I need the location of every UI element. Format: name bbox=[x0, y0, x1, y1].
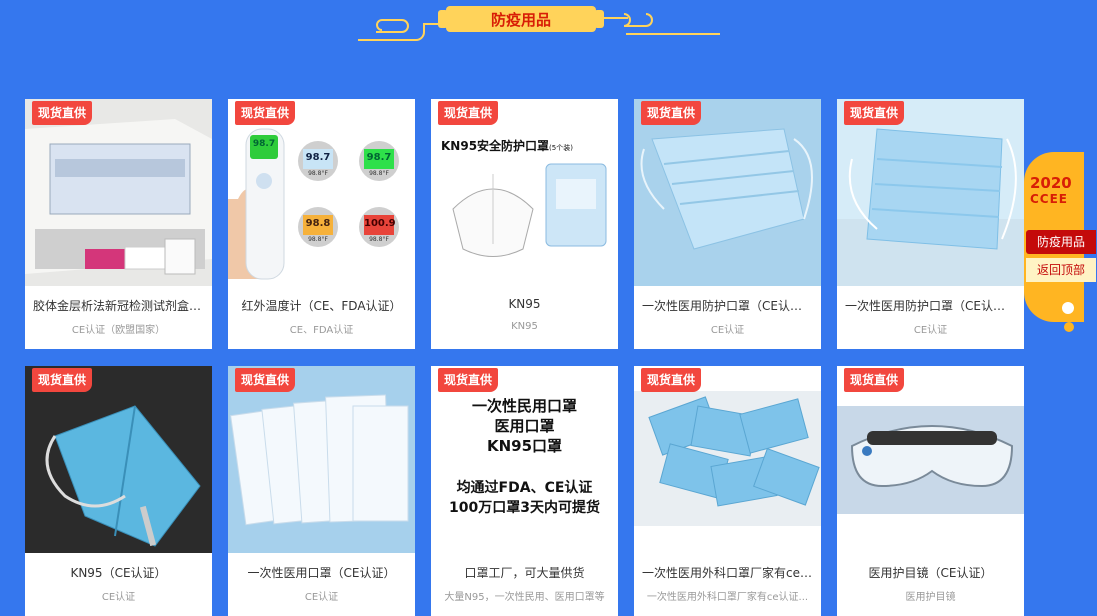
reading-display: 98.7 bbox=[305, 152, 331, 163]
product-image-blue-mask bbox=[837, 99, 1024, 286]
product-name[interactable]: KN95 bbox=[439, 297, 610, 311]
product-subtitle: CE认证（欧盟国家） bbox=[71, 325, 166, 336]
reading-display: 98.8 bbox=[305, 218, 331, 229]
product-name[interactable]: 胶体金层析法新冠检测试剂盒（CE认证） bbox=[33, 297, 204, 314]
section-title: 防疫用品 bbox=[438, 6, 604, 32]
section-header: 防疫用品 bbox=[0, 0, 1097, 50]
ccee-logo-year: 2020 bbox=[1030, 174, 1072, 192]
stock-badge: 现货直供 bbox=[32, 101, 93, 125]
reading-display: 98.7 bbox=[366, 152, 392, 163]
reading-unit: 98.8°F bbox=[369, 236, 389, 243]
reading-display: 100.9 bbox=[364, 218, 396, 229]
product-subtitle: CE认证 bbox=[101, 592, 136, 603]
stock-badge: 现货直供 bbox=[641, 368, 702, 392]
product-subtitle: KN95 bbox=[511, 321, 538, 332]
side-epidemic-supplies-button[interactable]: 防疫用品 bbox=[1026, 230, 1096, 254]
reading-unit: 98.8°F bbox=[308, 236, 328, 243]
product-name[interactable]: 医用护目镜（CE认证） bbox=[845, 564, 1016, 581]
product-subtitle: 一次性医用外科口罩厂家有ce认证... bbox=[646, 592, 809, 603]
product-card[interactable]: 现货直供 一次性医用防护口罩（CE认证） CE认证 bbox=[837, 99, 1024, 349]
product-card[interactable]: 现货直供 KN95（CE认证） CE认证 bbox=[25, 366, 212, 616]
product-image-surgical-pile bbox=[634, 366, 821, 553]
product-card[interactable]: 98.7 98.7 98.7 98.8 100.9 98.8°F 98.8°F … bbox=[228, 99, 415, 349]
product-image-kn95-blue bbox=[25, 366, 212, 553]
product-card[interactable]: 现货直供 一次性医用防护口罩（CE认证） CE认证 bbox=[634, 99, 821, 349]
ccee-logo-text: CCEE bbox=[1030, 192, 1069, 206]
product-name[interactable]: 一次性医用外科口罩厂家有ce认证 bbox=[642, 564, 813, 581]
product-subtitle: 大量N95，一次性民用、医用口罩等 bbox=[444, 592, 605, 603]
product-subtitle: CE认证 bbox=[710, 325, 745, 336]
side-float-panel: 2020 CCEE 防疫用品 返回顶部 bbox=[1024, 152, 1097, 337]
stock-badge: 现货直供 bbox=[844, 368, 905, 392]
product-card[interactable]: KN95安全防护口罩(5个装) 现货直供 KN95 KN95 bbox=[431, 99, 618, 349]
product-card[interactable]: 现货直供 一次性医用外科口罩厂家有ce认证 一次性医用外科口罩厂家有ce认证..… bbox=[634, 366, 821, 616]
decor-dot bbox=[1062, 302, 1074, 314]
product-card[interactable]: 现货直供 胶体金层析法新冠检测试剂盒（CE认证） CE认证（欧盟国家） bbox=[25, 99, 212, 349]
reading-unit: 98.8°F bbox=[308, 170, 328, 177]
reading-display: 98.7 bbox=[252, 139, 276, 149]
stock-badge: 现货直供 bbox=[641, 101, 702, 125]
cloud-decoration-left-icon bbox=[358, 19, 444, 41]
image-caption: KN95安全防护口罩(5个装) bbox=[441, 139, 573, 153]
stock-badge: 现货直供 bbox=[32, 368, 93, 392]
product-card[interactable]: 现货直供 医用护目镜（CE认证） 医用护目镜 bbox=[837, 366, 1024, 616]
stock-badge: 现货直供 bbox=[438, 101, 499, 125]
product-subtitle: 医用护目镜 bbox=[905, 592, 956, 603]
stock-badge: 现货直供 bbox=[235, 368, 296, 392]
product-subtitle: CE认证 bbox=[913, 325, 948, 336]
ad-line: KN95口罩 bbox=[486, 437, 563, 455]
product-image-white-masks bbox=[228, 366, 415, 553]
product-name[interactable]: 一次性医用防护口罩（CE认证） bbox=[845, 297, 1016, 314]
stock-badge: 现货直供 bbox=[235, 101, 296, 125]
product-grid: 现货直供 胶体金层析法新冠检测试剂盒（CE认证） CE认证（欧盟国家） 98.7… bbox=[25, 99, 1024, 616]
product-card[interactable]: 一次性民用口罩 医用口罩 KN95口罩 均通过FDA、CE认证 100万口罩3天… bbox=[431, 366, 618, 616]
stock-badge: 现货直供 bbox=[844, 101, 905, 125]
decor-dot bbox=[1064, 322, 1074, 332]
product-name[interactable]: 口罩工厂，可大量供货 bbox=[439, 564, 610, 581]
product-name[interactable]: KN95（CE认证） bbox=[33, 564, 204, 581]
product-image-thermometer: 98.7 98.7 98.7 98.8 100.9 98.8°F 98.8°F … bbox=[228, 99, 415, 286]
back-to-top-button[interactable]: 返回顶部 bbox=[1026, 258, 1096, 282]
product-name[interactable]: 红外温度计（CE、FDA认证） bbox=[236, 297, 407, 314]
reading-unit: 98.8°F bbox=[369, 170, 389, 177]
product-card[interactable]: 现货直供 一次性医用口罩（CE认证） CE认证 bbox=[228, 366, 415, 616]
product-image-blue-mask bbox=[634, 99, 821, 286]
product-subtitle: CE、FDA认证 bbox=[289, 325, 354, 336]
product-image-kn95-pack: KN95安全防护口罩(5个装) bbox=[431, 99, 618, 286]
ad-line: 一次性民用口罩 bbox=[471, 397, 577, 415]
product-subtitle: CE认证 bbox=[304, 592, 339, 603]
ad-text-block: 一次性民用口罩 医用口罩 KN95口罩 均通过FDA、CE认证 100万口罩3天… bbox=[431, 396, 618, 518]
product-image-goggles bbox=[837, 366, 1024, 553]
ad-line: 均通过FDA、CE认证 bbox=[456, 480, 593, 496]
stock-badge: 现货直供 bbox=[438, 368, 499, 392]
product-name[interactable]: 一次性医用口罩（CE认证） bbox=[236, 564, 407, 581]
cloud-decoration-right-icon bbox=[600, 13, 720, 35]
ad-line: 医用口罩 bbox=[494, 417, 555, 435]
product-image-text-ad: 一次性民用口罩 医用口罩 KN95口罩 均通过FDA、CE认证 100万口罩3天… bbox=[431, 366, 618, 553]
product-image-test-kit bbox=[25, 99, 212, 286]
product-name[interactable]: 一次性医用防护口罩（CE认证） bbox=[642, 297, 813, 314]
ad-line: 100万口罩3天内可提货 bbox=[449, 500, 600, 516]
